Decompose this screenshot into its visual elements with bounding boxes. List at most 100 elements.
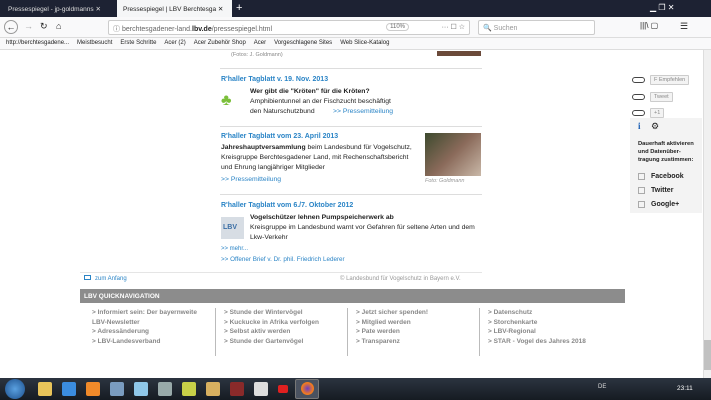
- search-input[interactable]: 🔍 Suchen: [478, 20, 595, 35]
- info-icon[interactable]: i: [638, 121, 641, 131]
- app-icon[interactable]: [254, 382, 268, 396]
- tab-pressespiegel-lbv[interactable]: Pressespiegel | LBV Berchtesga ✕: [117, 0, 232, 17]
- quicknav-link[interactable]: > Jetzt sicher spenden!: [356, 308, 428, 318]
- article-source: R'haller Tagblatt v. 19. Nov. 2013: [221, 76, 329, 83]
- quicknav-link[interactable]: > Selbst aktiv werden: [224, 327, 319, 337]
- option-label: Google+: [651, 201, 680, 208]
- app-icon[interactable]: [158, 382, 172, 396]
- tab-label: Pressespiegel - jp-goldmanns: [8, 6, 94, 13]
- article-title: Vogelschützer lehnen Pumpspeicherwerk ab: [250, 214, 394, 221]
- quicknav-link[interactable]: > Stunde der Gartenvögel: [224, 337, 319, 347]
- quicknav-link[interactable]: > STAR - Vogel des Jahres 2018: [488, 337, 586, 347]
- app-icon[interactable]: [134, 382, 148, 396]
- url-bar[interactable]: ⓘ berchtesgadener-land.lbv.de/pressespie…: [108, 20, 470, 35]
- bookmark[interactable]: Vorgeschlagene Sites: [274, 40, 332, 46]
- quicknav-link[interactable]: > Stunde der Wintervögel: [224, 308, 319, 318]
- press-release-link[interactable]: >> Pressemitteilung: [333, 107, 393, 117]
- forward-button[interactable]: →: [24, 21, 33, 31]
- twitter-toggle[interactable]: [632, 94, 645, 100]
- library-icon[interactable]: |||\ ▢: [640, 21, 658, 30]
- googleplus-checkbox[interactable]: Google+: [638, 198, 684, 212]
- clock[interactable]: 23:11: [677, 385, 693, 392]
- quicknav-column: > Datenschutz > Storchenkarte > LBV-Region…: [488, 308, 586, 346]
- page-actions-icon[interactable]: ··· ☐ ☆: [442, 23, 465, 31]
- quicknav-link[interactable]: > Storchenkarte: [488, 318, 586, 328]
- bookmark[interactable]: Acer Zubehör Shop: [194, 40, 246, 46]
- app-icon[interactable]: [206, 382, 220, 396]
- explorer-icon[interactable]: [38, 382, 52, 396]
- quicknav-link[interactable]: > LBV-Landesverband: [92, 337, 210, 347]
- tab-pressespiegel-goldmann[interactable]: Pressespiegel - jp-goldmanns ✕: [2, 0, 114, 17]
- new-tab-button[interactable]: +: [236, 2, 242, 14]
- bookmark[interactable]: Meistbesucht: [77, 40, 112, 46]
- ie-icon[interactable]: [62, 382, 76, 396]
- quicknav-link[interactable]: > Transparenz: [356, 337, 428, 347]
- quicknav-link[interactable]: > Pate werden: [356, 327, 428, 337]
- quicknav-link[interactable]: > Adressänderung: [92, 327, 210, 337]
- quicknav-column: > Jetzt sicher spenden! > Mitglied werden…: [356, 308, 428, 346]
- gear-icon[interactable]: ⚙: [651, 121, 659, 132]
- search-placeholder: Suchen: [493, 25, 518, 32]
- taskbar: DE 23:11: [0, 378, 711, 400]
- menu-icon[interactable]: ☰: [680, 21, 688, 32]
- back-to-top-link[interactable]: zum Anfang: [84, 274, 127, 284]
- tree-icon: ♣: [221, 92, 232, 109]
- tab-bar: Pressespiegel - jp-goldmanns ✕ Pressespi…: [0, 0, 711, 17]
- consent-options: Facebook Twitter Google+: [638, 170, 684, 212]
- window-controls[interactable]: ▁ ❐ ✕: [650, 3, 674, 12]
- back-button[interactable]: ←: [4, 20, 18, 34]
- home-button[interactable]: ⌂: [56, 21, 61, 31]
- app-icon[interactable]: [230, 382, 244, 396]
- quicknav-link[interactable]: > Kuckucke in Afrika verfolgen: [224, 318, 319, 328]
- start-button[interactable]: [5, 379, 25, 399]
- bookmark[interactable]: Erste Schritte: [120, 40, 156, 46]
- quicknav-link[interactable]: > Mitglied werden: [356, 318, 428, 328]
- quicknav-column: > Informiert sein: Der bayernweite LBV-N…: [92, 308, 210, 346]
- article-source: R'haller Tagblatt vom 6./7. Oktober 2012: [221, 202, 354, 209]
- facebook-checkbox[interactable]: Facebook: [638, 170, 684, 184]
- more-link[interactable]: >> mehr...: [221, 244, 248, 254]
- app-icon[interactable]: [182, 382, 196, 396]
- option-label: Twitter: [651, 187, 674, 194]
- bookmark[interactable]: Acer (2): [164, 40, 185, 46]
- lbv-logo: LBV: [221, 217, 244, 239]
- language-indicator[interactable]: DE: [598, 384, 606, 390]
- tweet-button[interactable]: Tweet: [650, 92, 673, 102]
- consent-text: Dauerhaft aktivieren und Datenüber-tragu…: [638, 141, 694, 163]
- divider: [80, 272, 482, 273]
- quicknav-header: LBV QUICKNAVIGATION: [80, 289, 625, 303]
- app-icon[interactable]: [110, 382, 124, 396]
- bookmark[interactable]: Acer: [254, 40, 266, 46]
- bookmarks-bar: http://berchtesgadene... Meistbesucht Erst…: [0, 38, 711, 50]
- copyright: © Landesbund für Vogelschutz in Bayern e…: [340, 276, 461, 282]
- tab-label: Pressespiegel | LBV Berchtesga: [123, 6, 217, 13]
- article-text: den Naturschutzbund: [250, 108, 315, 115]
- divider: [479, 308, 480, 356]
- zoom-level[interactable]: 110%: [386, 23, 409, 31]
- media-icon[interactable]: [86, 382, 100, 396]
- firefox-icon: [301, 382, 314, 395]
- url-domain: berchtesgadener-land.: [121, 26, 193, 33]
- quicknav-column: > Stunde der Wintervögel > Kuckucke in Af…: [224, 308, 319, 346]
- quicknav-link[interactable]: > LBV-Regional: [488, 327, 586, 337]
- divider: [220, 194, 482, 195]
- twitter-checkbox[interactable]: Twitter: [638, 184, 684, 198]
- article-text: Amphibientunnel an der Fischzucht beschä…: [250, 98, 391, 105]
- googleplus-button[interactable]: +1: [650, 108, 665, 118]
- scrollbar[interactable]: [703, 50, 711, 378]
- youtube-icon[interactable]: [278, 385, 288, 393]
- scrollbar-thumb[interactable]: [704, 340, 711, 370]
- article-source: R'haller Tagblatt vom 23. April 2013: [221, 133, 339, 140]
- quicknav-link[interactable]: > Datenschutz: [488, 308, 586, 318]
- facebook-like-button[interactable]: F Empfehlen: [650, 75, 690, 85]
- photo-credit: (Fotos: J. Goldmann): [231, 52, 283, 58]
- googleplus-toggle[interactable]: [632, 110, 645, 116]
- bookmark[interactable]: Web Slice-Katalog: [340, 40, 389, 46]
- reload-button[interactable]: ↻: [40, 21, 48, 32]
- quicknav-link[interactable]: > Informiert sein: Der bayernweite LBV-N…: [92, 308, 210, 327]
- press-release-link[interactable]: >> Pressemitteilung: [221, 175, 281, 185]
- article-title: Wer gibt die "Kröten" für die Kröten?: [250, 88, 370, 95]
- open-letter-link[interactable]: >> Offener Brief v. Dr. phil. Friedrich …: [221, 255, 345, 265]
- bookmark[interactable]: http://berchtesgadene...: [6, 40, 69, 46]
- facebook-toggle[interactable]: [632, 77, 645, 83]
